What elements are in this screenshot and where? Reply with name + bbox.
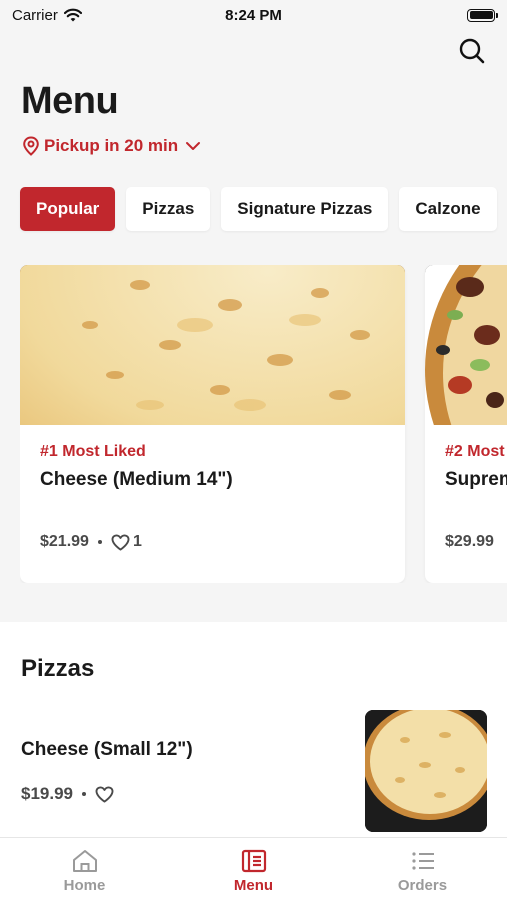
card-price: $21.99 — [40, 533, 89, 550]
card-body: #1 Most Liked Cheese (Medium 14") $21.99… — [20, 425, 405, 583]
pizza-image — [425, 265, 507, 425]
status-bar: Carrier 8:24 PM — [0, 0, 507, 30]
card-body: #2 Most Liked Supreme $29.99 — [425, 425, 507, 583]
pizza-image — [20, 265, 405, 425]
menu-book-icon — [241, 849, 266, 873]
popular-card[interactable]: #1 Most Liked Cheese (Medium 14") $21.99… — [20, 265, 405, 583]
section-title: Pizzas — [21, 655, 95, 682]
category-chip-popular[interactable]: Popular — [20, 187, 116, 231]
card-title: Cheese (Medium 14") — [40, 469, 233, 490]
tab-home[interactable]: Home — [0, 838, 169, 900]
tab-label: Menu — [233, 877, 274, 894]
status-left: Carrier — [12, 7, 82, 24]
list-icon — [411, 852, 434, 870]
tab-label: Orders — [397, 877, 448, 894]
wifi-icon — [63, 8, 82, 22]
like-count[interactable]: 1 — [111, 533, 142, 551]
card-meta: $29.99 — [445, 533, 494, 551]
category-chip-calzone[interactable]: Calzone — [399, 187, 497, 231]
search-button[interactable] — [457, 36, 487, 66]
home-icon — [72, 850, 97, 872]
battery-icon — [467, 8, 498, 22]
category-chip-pizzas[interactable]: Pizzas — [126, 187, 211, 231]
likes-value: 1 — [132, 533, 142, 550]
card-title: Supreme — [445, 469, 507, 490]
pickup-selector[interactable]: Pickup in 20 min — [22, 136, 201, 156]
chevron-down-icon — [186, 142, 201, 150]
tab-label: Home — [63, 877, 106, 894]
pizzas-section: Pizzas Cheese (Small 12") $19.99 — [0, 622, 507, 837]
carrier-label: Carrier — [12, 6, 58, 24]
menu-item-price: $19.99 — [21, 784, 73, 803]
card-rank: #1 Most Liked — [40, 443, 146, 460]
tab-orders[interactable]: Orders — [338, 838, 507, 900]
page-title: Menu — [21, 80, 119, 122]
pickup-label: Pickup in 20 min — [44, 136, 179, 155]
category-tabs: Popular Pizzas Signature Pizzas Calzone — [20, 187, 497, 231]
card-price: $29.99 — [445, 533, 494, 550]
heart-icon[interactable] — [95, 785, 114, 803]
category-chip-signature-pizzas[interactable]: Signature Pizzas — [221, 187, 389, 231]
heart-icon — [111, 533, 130, 551]
tab-menu[interactable]: Menu — [169, 838, 338, 900]
separator-dot — [97, 540, 102, 544]
popular-carousel: #1 Most Liked Cheese (Medium 14") $21.99… — [20, 265, 507, 583]
search-icon — [459, 38, 485, 64]
popular-card[interactable]: #2 Most Liked Supreme $29.99 — [425, 265, 507, 583]
separator-dot — [82, 792, 86, 796]
menu-item-meta: $19.99 — [21, 784, 114, 804]
card-meta: $21.99 1 — [40, 533, 142, 551]
menu-item-name: Cheese (Small 12") — [21, 739, 193, 760]
card-rank: #2 Most Liked — [445, 443, 507, 460]
tab-bar: Home Menu Orders — [0, 837, 507, 900]
location-pin-icon — [23, 136, 39, 156]
menu-item-image — [365, 710, 487, 832]
